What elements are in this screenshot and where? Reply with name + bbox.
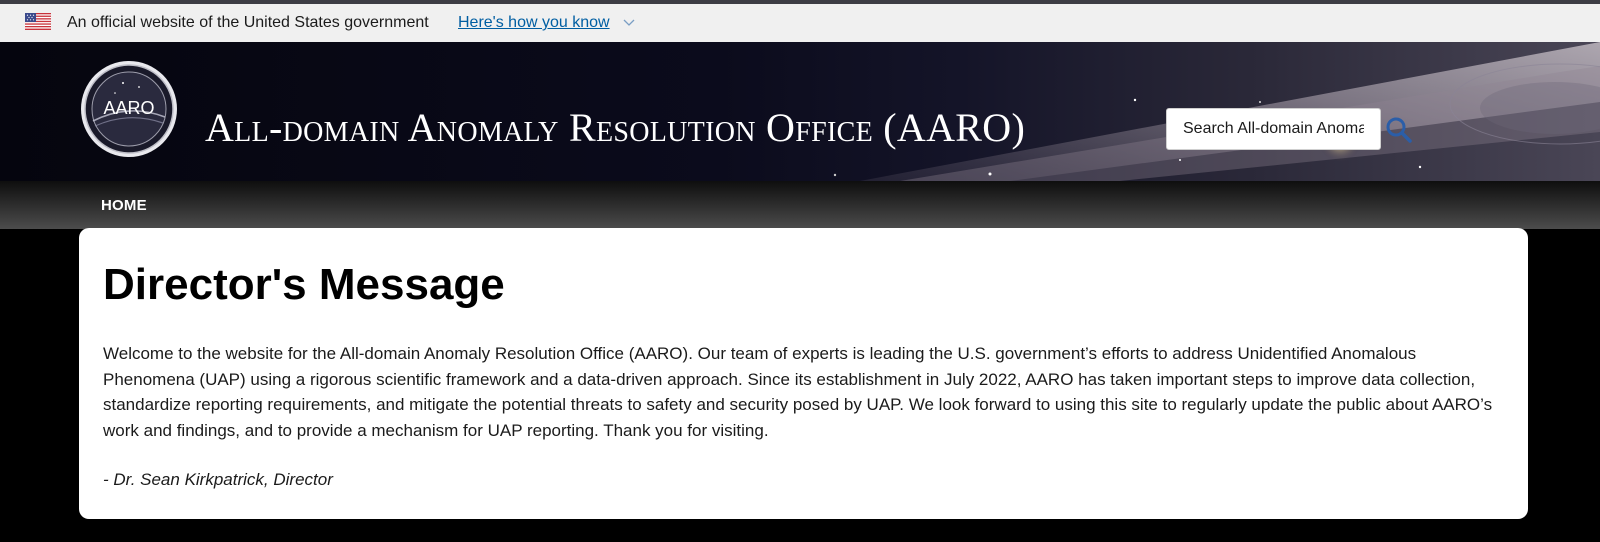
page-title: Director's Message bbox=[103, 260, 505, 309]
site-header: AARO All-domain Anomaly Resolution Offic… bbox=[0, 42, 1600, 181]
nav-item-home[interactable]: HOME bbox=[101, 197, 147, 214]
chevron-down-icon[interactable] bbox=[623, 18, 635, 28]
us-flag-icon bbox=[25, 13, 51, 30]
message-body: Welcome to the website for the All-domai… bbox=[103, 344, 1493, 440]
signature: - Dr. Sean Kirkpatrick, Director bbox=[103, 470, 333, 489]
gov-banner-text: An official website of the United States… bbox=[67, 14, 429, 31]
gov-banner: An official website of the United States… bbox=[0, 4, 1600, 42]
logo-text: AARO bbox=[103, 98, 154, 118]
site-title[interactable]: All-domain Anomaly Resolution Office (AA… bbox=[205, 104, 1025, 151]
search-input[interactable] bbox=[1166, 108, 1381, 150]
search-icon[interactable] bbox=[1385, 116, 1413, 144]
content-card: Director's Message Welcome to the websit… bbox=[79, 228, 1528, 519]
aaro-seal-logo[interactable]: AARO bbox=[79, 59, 179, 159]
main-nav: HOME bbox=[0, 181, 1600, 229]
heres-how-you-know-link[interactable]: Here's how you know bbox=[458, 14, 610, 32]
